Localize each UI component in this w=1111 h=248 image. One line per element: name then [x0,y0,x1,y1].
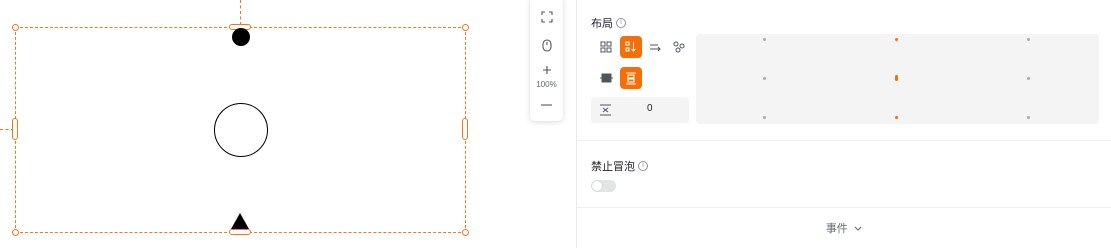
filled-circle-shape[interactable] [232,28,250,46]
section-divider [577,140,1111,141]
minus-icon[interactable] [530,100,563,110]
bubble-section-title: 禁止冒泡 i [591,158,648,174]
guide-line-top [240,0,241,25]
mouse-icon[interactable] [530,36,563,54]
zoom-level: 100% [536,80,557,89]
bubble-title: 禁止冒泡 [591,160,635,173]
resize-handle-left[interactable] [12,118,18,140]
space-between-button[interactable] [620,67,642,89]
layout-section-title: 布局 i [591,15,626,31]
gap-input[interactable]: 0 [591,97,689,123]
align-center[interactable] [895,75,898,81]
gap-icon [600,104,611,116]
pack-start-button[interactable] [595,67,617,89]
fit-screen-icon[interactable] [530,8,563,26]
arrow-right-flow-icon [649,44,661,52]
align-bottom-left[interactable] [763,116,766,119]
editor-root: 100% 布局 i 0 禁止冒泡 i 事件 [0,0,1111,248]
scatter-icon [673,41,685,53]
layout-title: 布局 [591,17,613,30]
arrow-down-flow-icon [625,41,636,52]
resize-handle-top-right[interactable] [462,24,469,31]
layout-free-button[interactable] [668,36,690,58]
gap-value: 0 [647,103,653,114]
triangle-shape[interactable] [231,213,249,229]
resize-handle-bottom-left[interactable] [12,229,19,236]
info-icon[interactable]: i [616,18,626,28]
align-top-center[interactable] [895,38,898,41]
section-divider [577,207,1111,208]
align-top-left[interactable] [763,38,766,41]
design-canvas[interactable]: 100% [0,0,577,248]
prevent-bubble-toggle[interactable] [591,180,616,192]
alignment-grid[interactable] [696,34,1099,124]
resize-handle-bottom-right[interactable] [462,229,469,236]
resize-handle-right[interactable] [462,118,468,140]
info-icon[interactable]: i [638,161,648,171]
chevron-down-icon [854,226,862,231]
resize-handle-top-left[interactable] [12,24,19,31]
align-middle-right[interactable] [1027,77,1030,80]
resize-handle-bottom[interactable] [229,229,251,235]
align-bottom-center[interactable] [895,116,898,119]
events-toggle[interactable]: 事件 [577,220,1111,236]
align-bottom-right[interactable] [1027,116,1030,119]
layout-horizontal-button[interactable] [644,36,666,58]
align-middle-left[interactable] [763,77,766,80]
canvas-toolbar: 100% [530,0,563,121]
events-label: 事件 [825,222,848,235]
grid-icon [600,41,612,53]
plus-icon[interactable] [530,64,563,76]
properties-panel: 布局 i 0 禁止冒泡 i 事件 [577,0,1111,248]
align-top-right[interactable] [1027,38,1030,41]
layout-vertical-button[interactable] [620,36,642,58]
space-between-icon [626,72,636,84]
layout-grid-button[interactable] [595,36,617,58]
toggle-knob [592,181,602,191]
pack-icon [599,73,613,83]
outlined-circle-shape[interactable] [214,103,268,157]
